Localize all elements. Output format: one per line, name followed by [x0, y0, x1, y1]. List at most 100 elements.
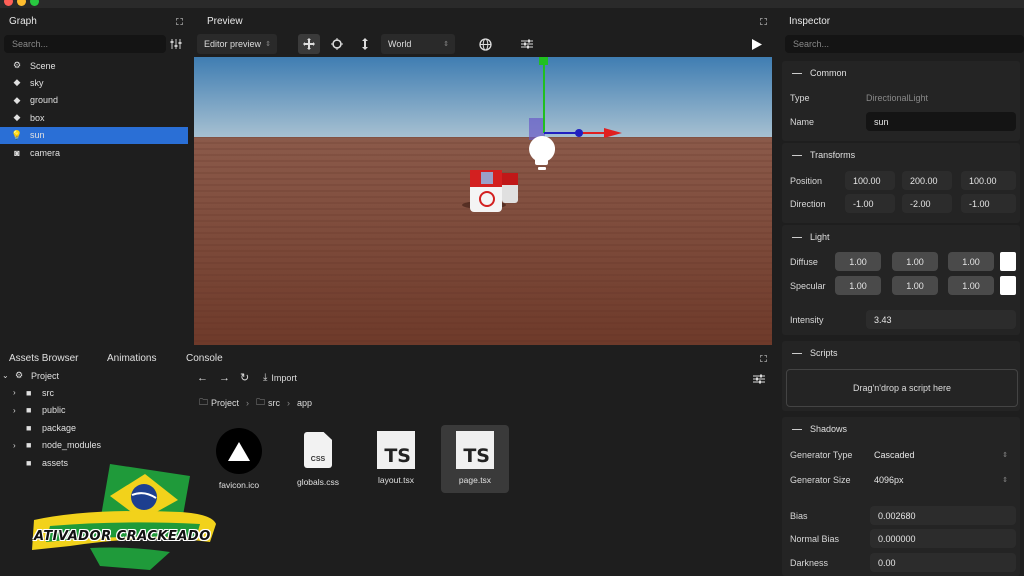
diffuse-color-swatch[interactable]	[1000, 252, 1016, 271]
assets-settings-icon[interactable]	[753, 373, 765, 385]
graph-item-sun[interactable]: 💡 sun	[0, 126, 188, 144]
intensity-field[interactable]: 3.43	[866, 310, 1016, 329]
vertical-arrows-icon	[362, 38, 368, 50]
darkness-field[interactable]: 0.00	[870, 553, 1016, 572]
generator-type-label: Generator Type	[790, 450, 853, 460]
asset-globals-css[interactable]: CSS globals.css	[285, 425, 351, 493]
forward-arrow-icon[interactable]: →	[219, 372, 230, 384]
move-tool-button[interactable]	[298, 34, 320, 54]
breadcrumb-src[interactable]: src	[268, 398, 280, 408]
asset-tree-item-node-modules[interactable]: › ■ node_modules	[0, 437, 190, 454]
graph-expand-icon[interactable]	[176, 18, 183, 25]
asset-tree-item-project[interactable]: ⌄ ⚙ Project	[0, 367, 190, 384]
watermark-logo: ATIVADOR CRACKEADO	[30, 462, 220, 572]
maximize-window-button[interactable]	[30, 0, 39, 6]
breadcrumb-app[interactable]: app	[297, 398, 312, 408]
specular-b-value: 1.00	[962, 280, 980, 291]
graph-item-sky[interactable]: ◆ sky	[0, 74, 188, 91]
close-window-button[interactable]	[4, 0, 13, 6]
chevron-right-icon[interactable]: ›	[13, 406, 23, 415]
breadcrumb-project[interactable]: Project	[211, 398, 239, 408]
diffuse-r-field[interactable]: 1.00	[835, 252, 881, 271]
preview-expand-icon[interactable]	[760, 18, 767, 25]
space-select-value: World	[388, 39, 412, 49]
graph-item-box[interactable]: ◆ box	[0, 109, 188, 126]
inspector-search-input[interactable]: Search...	[785, 35, 1024, 53]
collapse-icon	[792, 236, 802, 238]
normal-bias-field[interactable]: 0.000000	[870, 529, 1016, 548]
minimize-window-button[interactable]	[17, 0, 26, 6]
light-header[interactable]: Light	[782, 227, 1016, 247]
common-header[interactable]: Common	[782, 63, 1016, 83]
rotate-tool-button[interactable]	[326, 34, 348, 54]
generator-type-select[interactable]: Cascaded ⇕	[866, 445, 1016, 464]
asset-tree-item-src[interactable]: › ■ src	[0, 384, 190, 401]
transforms-header[interactable]: Transforms	[782, 145, 1016, 165]
graph-item-ground[interactable]: ◆ ground	[0, 92, 188, 109]
graph-item-label: camera	[30, 147, 61, 158]
specular-r-field[interactable]: 1.00	[835, 276, 881, 295]
back-arrow-icon[interactable]: ←	[197, 372, 208, 384]
normal-bias-label: Normal Bias	[790, 534, 840, 544]
asset-tree-item-public[interactable]: › ■ public	[0, 402, 190, 419]
direction-z-field[interactable]: -1.00	[961, 194, 1016, 213]
globe-icon	[478, 37, 492, 51]
graph-item-camera[interactable]: ◙ camera	[0, 144, 188, 161]
chevron-updown-icon: ⇕	[1002, 451, 1008, 459]
assets-toolbar: ← → ↻ ⤓ Import	[193, 368, 772, 390]
position-y-field[interactable]: 200.00	[902, 171, 952, 190]
graph-item-scene[interactable]: ⚙ Scene	[0, 57, 188, 74]
generator-size-select[interactable]: 4096px ⇕	[866, 470, 1016, 489]
type-label: Type	[790, 93, 810, 103]
bottom-expand-icon[interactable]	[760, 355, 767, 362]
graph-filter-icon[interactable]	[170, 38, 182, 50]
tab-assets-browser[interactable]: Assets Browser	[9, 353, 78, 364]
globe-button[interactable]	[475, 34, 495, 54]
diffuse-b-field[interactable]: 1.00	[948, 252, 994, 271]
asset-page-tsx[interactable]: TS page.tsx	[441, 425, 509, 493]
chevron-right-icon[interactable]: ›	[13, 388, 23, 397]
space-select[interactable]: World ⇕	[381, 34, 455, 54]
asset-layout-tsx[interactable]: TS layout.tsx	[363, 425, 429, 493]
favicon-thumbnail	[216, 428, 262, 474]
scale-tool-button[interactable]	[354, 34, 376, 54]
scripts-header[interactable]: Scripts	[782, 343, 1016, 363]
preview-mode-select[interactable]: Editor preview ⇕	[197, 34, 277, 54]
ts-badge: TS	[384, 445, 411, 467]
position-z-field[interactable]: 100.00	[961, 171, 1016, 190]
graph-item-label: ground	[30, 95, 59, 106]
collapse-icon	[792, 428, 802, 430]
refresh-icon[interactable]: ↻	[240, 371, 249, 384]
import-button[interactable]: ⤓ Import	[263, 372, 297, 383]
asset-tree-item-package[interactable]: ■ package	[0, 419, 190, 436]
direction-y-field[interactable]: -2.00	[902, 194, 952, 213]
intensity-value: 3.43	[874, 314, 892, 325]
position-z-value: 100.00	[969, 175, 997, 186]
asset-tree-label: Project	[31, 370, 60, 381]
tab-console[interactable]: Console	[186, 353, 223, 364]
chevron-down-icon[interactable]: ⌄	[2, 371, 12, 380]
shadows-header[interactable]: Shadows	[782, 419, 1016, 439]
tab-animations[interactable]: Animations	[107, 353, 156, 364]
bias-field[interactable]: 0.002680	[870, 506, 1016, 525]
direction-x-field[interactable]: -1.00	[845, 194, 895, 213]
specular-g-field[interactable]: 1.00	[892, 276, 938, 295]
play-button[interactable]	[749, 34, 765, 54]
cube-icon: ◆	[13, 77, 21, 88]
graph-search-input[interactable]: Search...	[4, 35, 166, 53]
specular-b-field[interactable]: 1.00	[948, 276, 994, 295]
graph-item-label: sky	[30, 77, 44, 88]
script-drop-zone[interactable]: Drag'n'drop a script here	[786, 369, 1018, 407]
preview-settings-button[interactable]	[517, 34, 537, 54]
css-file-icon: CSS	[304, 432, 332, 468]
type-value: DirectionalLight	[866, 93, 929, 103]
name-field[interactable]: sun	[866, 112, 1016, 131]
specular-color-swatch[interactable]	[1000, 276, 1016, 295]
position-x-field[interactable]: 100.00	[845, 171, 895, 190]
normal-bias-value: 0.000000	[878, 533, 916, 544]
diffuse-g-field[interactable]: 1.00	[892, 252, 938, 271]
generator-size-label: Generator Size	[790, 475, 851, 485]
chevron-right-icon[interactable]: ›	[13, 441, 23, 450]
asset-name: globals.css	[296, 477, 340, 487]
scene-viewport[interactable]	[194, 57, 772, 345]
